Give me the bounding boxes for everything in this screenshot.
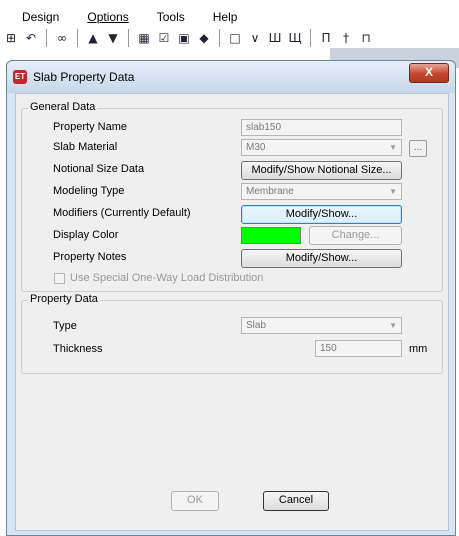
frame-icon[interactable]: □ — [228, 29, 242, 47]
display-color-label: Display Color — [53, 229, 119, 241]
toolbar-edit-icon[interactable]: ⊞ — [4, 29, 18, 47]
property-name-value: slab150 — [246, 122, 282, 133]
menu-design[interactable]: Design — [22, 10, 59, 24]
property-notes-label: Property Notes — [53, 251, 127, 263]
chevron-down-icon: ▼ — [389, 321, 397, 330]
thickness-value: 150 — [320, 343, 337, 354]
type-label: Type — [53, 320, 77, 332]
property-name-label: Property Name — [53, 121, 127, 133]
notional-size-button[interactable]: Modify/Show Notional Size... — [241, 161, 402, 180]
one-way-load-label: Use Special One-Way Load Distribution — [70, 272, 264, 284]
glasses-icon[interactable]: ∞ — [55, 29, 69, 47]
toolbar-separator — [219, 29, 220, 47]
property-data-group: Property Data — [21, 293, 443, 374]
slab-material-label: Slab Material — [53, 141, 118, 153]
chevron-down-icon: ▼ — [389, 143, 397, 152]
thickness-label: Thickness — [53, 343, 103, 355]
slab-material-value: M30 — [246, 142, 266, 153]
cancel-button[interactable]: Cancel — [263, 491, 329, 511]
one-way-load-checkbox[interactable] — [54, 273, 65, 284]
bars-icon[interactable]: Щ — [288, 29, 302, 47]
check-icon[interactable]: ☑ — [157, 29, 171, 47]
toolbar-separator — [128, 29, 129, 47]
change-color-button[interactable]: Change... — [309, 226, 402, 245]
ok-button[interactable]: OK — [171, 491, 219, 511]
toolbar-separator — [310, 29, 311, 47]
dialog-title: Slab Property Data — [33, 70, 135, 84]
type-value: Slab — [246, 320, 267, 331]
column-icon[interactable]: Π — [319, 29, 333, 47]
support-icon[interactable]: ∨ — [248, 29, 262, 47]
slab-property-dialog: ET Slab Property Data X General Data Pro… — [6, 60, 456, 536]
slab-material-select[interactable]: M30 ▼ — [241, 139, 402, 156]
material-more-button[interactable]: ... — [409, 140, 427, 157]
property-name-field[interactable]: slab150 — [241, 119, 402, 136]
etabs-app-icon: ET — [13, 70, 27, 84]
property-notes-button[interactable]: Modify/Show... — [241, 249, 402, 268]
close-button[interactable]: X — [409, 63, 449, 83]
shape-icon[interactable]: ◆ — [197, 29, 211, 47]
menu-tools[interactable]: Tools — [157, 10, 185, 24]
modifiers-button[interactable]: Modify/Show... — [241, 205, 402, 224]
beam-icon[interactable]: ⊓ — [359, 29, 373, 47]
toolbar-separator — [46, 29, 47, 47]
grid-icon[interactable]: ▦ — [137, 29, 151, 47]
undo-icon[interactable]: ↶ — [24, 29, 38, 47]
display-color-swatch[interactable] — [241, 227, 301, 244]
wall-icon[interactable]: Ш — [268, 29, 282, 47]
menu-bar: Design Options Tools Help — [0, 8, 459, 26]
dialog-titlebar[interactable]: ET Slab Property Data X — [7, 61, 455, 93]
general-data-title: General Data — [28, 101, 98, 113]
modeling-type-label: Modeling Type — [53, 185, 125, 197]
menu-help[interactable]: Help — [213, 10, 238, 24]
modeling-type-value: Membrane — [246, 186, 294, 197]
dialog-client-area: General Data Property Name slab150 Slab … — [15, 93, 449, 531]
box-icon[interactable]: ▣ — [177, 29, 191, 47]
toolbar-separator — [77, 29, 78, 47]
notional-size-label: Notional Size Data — [53, 163, 145, 175]
modifiers-label: Modifiers (Currently Default) — [53, 207, 191, 219]
property-data-title: Property Data — [28, 293, 100, 305]
joint-icon[interactable]: † — [339, 29, 353, 47]
modeling-type-select[interactable]: Membrane ▼ — [241, 183, 402, 200]
move-down-icon[interactable]: ▼ — [106, 29, 120, 47]
thickness-unit: mm — [409, 343, 428, 355]
type-select[interactable]: Slab ▼ — [241, 317, 402, 334]
toolbar: ⊞ ↶ ∞ ▲ ▼ ▦ ☑ ▣ ◆ □ ∨ Ш Щ Π † ⊓ — [0, 26, 459, 50]
chevron-down-icon: ▼ — [389, 187, 397, 196]
thickness-field[interactable]: 150 — [315, 340, 402, 357]
move-up-icon[interactable]: ▲ — [86, 29, 100, 47]
menu-options[interactable]: Options — [87, 10, 128, 24]
